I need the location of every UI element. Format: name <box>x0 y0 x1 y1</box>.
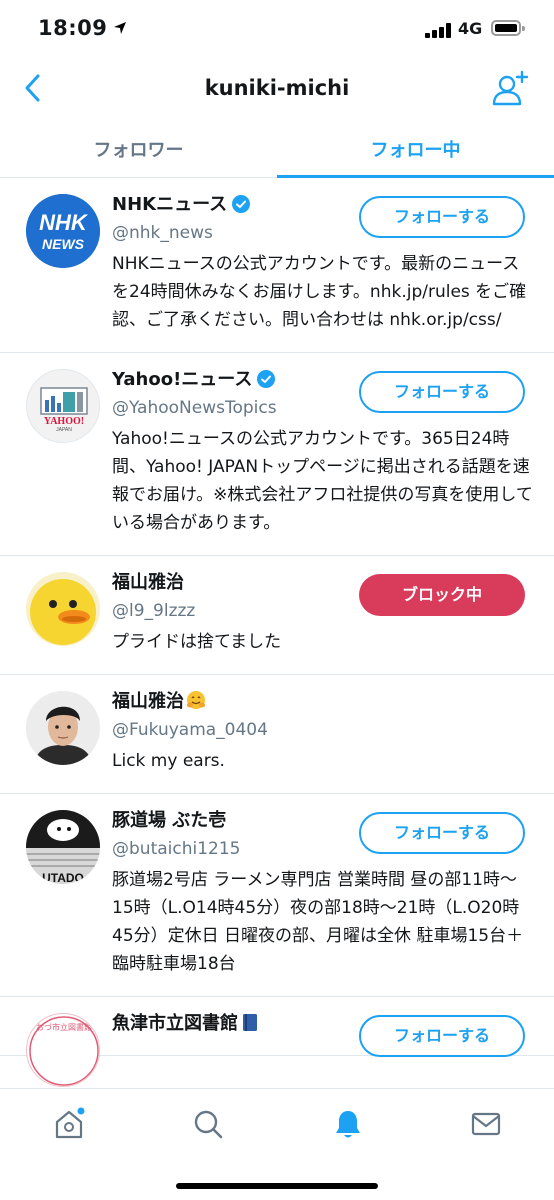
tab-following[interactable]: フォロー中 <box>277 118 554 178</box>
follow-button[interactable]: フォローする <box>359 812 525 854</box>
avatar-text: UTADO <box>42 871 84 884</box>
avatar-text: おづ市立図書館 <box>36 1022 92 1032</box>
user-row[interactable]: NHK NEWS NHKニュース @nhk_news NHKニュースの公式アカウ… <box>0 178 554 353</box>
notifications-tab[interactable] <box>331 1107 365 1141</box>
search-tab[interactable] <box>191 1107 225 1141</box>
avatar[interactable] <box>26 572 100 646</box>
home-icon <box>55 1107 85 1139</box>
user-name: NHKニュース <box>112 194 228 215</box>
user-row[interactable]: おづ市立図書館 魚津市立図書館 フォローする <box>0 997 554 1087</box>
verified-badge-icon <box>232 195 251 213</box>
blocked-button[interactable]: ブロック中 <box>359 574 525 616</box>
network-type: 4G <box>458 19 483 38</box>
user-name: 福山雅治 <box>112 691 184 712</box>
tab-following-label: フォロー中 <box>370 140 461 161</box>
user-row[interactable]: UTADO 豚道場 ぶた壱 @butaichi1215 豚道場2号店 ラーメン専… <box>0 794 554 997</box>
avatar-text: NEWS <box>42 236 85 252</box>
user-bio: Yahoo!ニュースの公式アカウントです。365日24時間、Yahoo! JAP… <box>112 429 533 533</box>
user-name: 豚道場 ぶた壱 <box>112 810 227 831</box>
page-title: kuniki-michi <box>204 76 350 100</box>
messages-tab[interactable] <box>469 1107 503 1141</box>
verified-badge-icon <box>257 370 276 388</box>
follow-button[interactable]: フォローする <box>359 1015 525 1057</box>
location-arrow-icon <box>113 21 127 39</box>
battery-icon <box>491 20 525 36</box>
avatar[interactable] <box>26 691 100 765</box>
search-icon <box>194 1110 223 1139</box>
avatar-text: NHK <box>39 210 89 235</box>
home-indicator <box>176 1183 378 1189</box>
user-row[interactable]: 福山雅治 @Fukuyama_0404 Lick my ears. <box>0 675 554 794</box>
signal-strength-icon <box>425 22 453 38</box>
tab-followers[interactable]: フォロワー <box>0 118 277 177</box>
avatar[interactable]: NHK NEWS <box>26 194 100 268</box>
user-bio: Lick my ears. <box>112 751 225 771</box>
user-name: Yahoo!ニュース <box>112 369 253 390</box>
tabs: フォロワー フォロー中 <box>0 118 554 178</box>
user-row[interactable]: 福山雅治 @l9_9lzzz プライドは捨てました ブロック中 <box>0 556 554 675</box>
header: kuniki-michi <box>0 60 554 118</box>
notifications-bell-icon <box>336 1111 360 1138</box>
add-user-button[interactable] <box>490 68 530 108</box>
status-time-text: 18:09 <box>38 16 108 40</box>
book-emoji-icon <box>240 1012 260 1032</box>
add-user-icon <box>492 70 529 106</box>
follow-button[interactable]: フォローする <box>359 371 525 413</box>
user-name: 福山雅治 <box>112 572 184 593</box>
user-handle: @Fukuyama_0404 <box>112 720 268 740</box>
status-bar: 18:09 4G <box>0 0 554 60</box>
hugging-face-emoji-icon <box>186 690 206 710</box>
avatar[interactable]: UTADO <box>26 810 100 884</box>
home-tab[interactable] <box>52 1107 86 1141</box>
avatar-text: JAPAN <box>56 427 72 433</box>
avatar[interactable]: YAHOO! JAPAN <box>26 369 100 443</box>
mail-icon <box>471 1112 501 1136</box>
user-name: 魚津市立図書館 <box>112 1013 238 1034</box>
user-row[interactable]: YAHOO! JAPAN Yahoo!ニュース @YahooNewsTopics… <box>0 353 554 556</box>
user-bio: プライドは捨てました <box>112 632 282 652</box>
avatar[interactable]: おづ市立図書館 <box>26 1013 100 1087</box>
user-name-line: 福山雅治 <box>112 689 534 715</box>
user-bio: 豚道場2号店 ラーメン専門店 営業時間 昼の部11時〜15時（L.O14時45分… <box>112 870 524 974</box>
tab-followers-label: フォロワー <box>93 140 184 161</box>
user-list: NHK NEWS NHKニュース @nhk_news NHKニュースの公式アカウ… <box>0 178 554 1088</box>
avatar-text: YAHOO! <box>44 416 84 427</box>
user-bio: NHKニュースの公式アカウントです。最新のニュースを24時間休みなくお届けします… <box>112 254 527 330</box>
status-time: 18:09 <box>38 16 127 40</box>
follow-button[interactable]: フォローする <box>359 196 525 238</box>
